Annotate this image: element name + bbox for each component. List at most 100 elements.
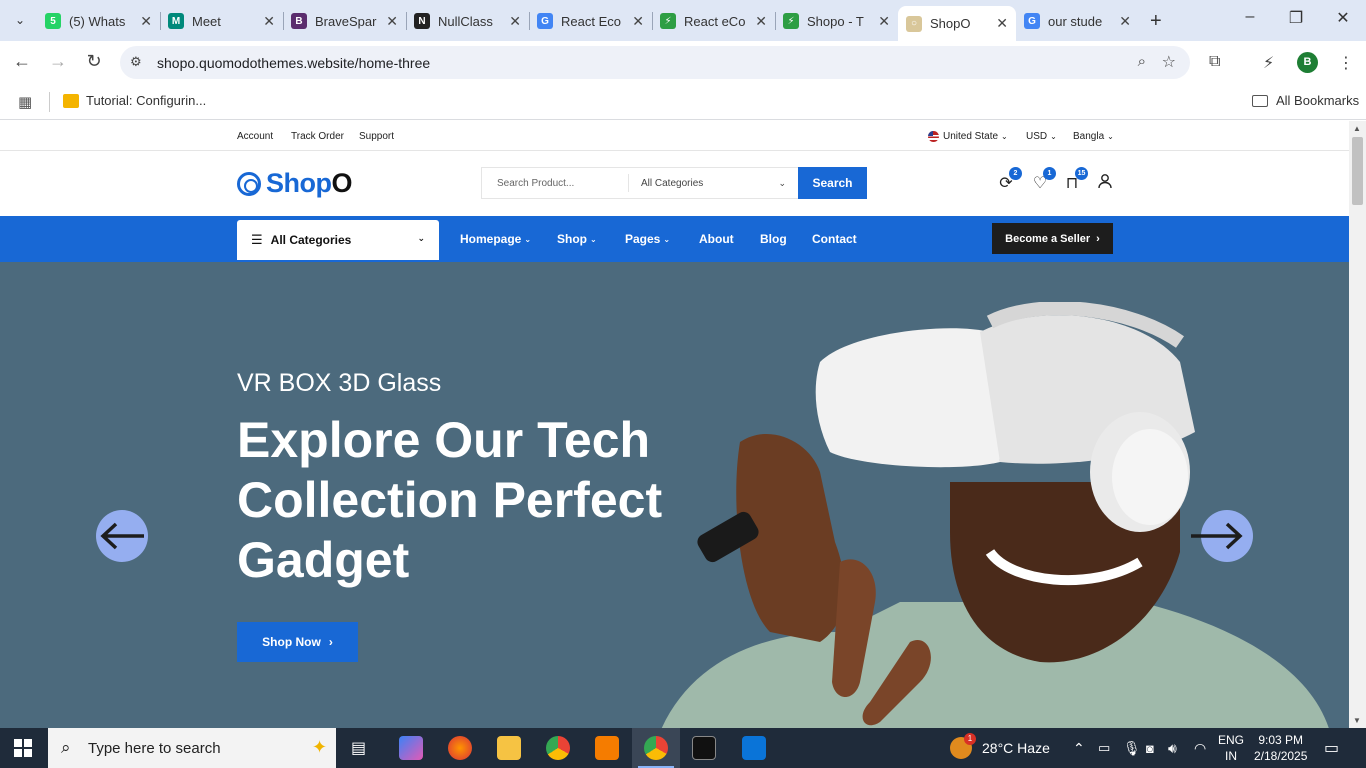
terminal-app-icon[interactable] [692, 736, 716, 760]
microphone-icon[interactable]: 🎙︎ [1123, 728, 1141, 768]
topbar-link-account[interactable]: Account [237, 131, 273, 142]
chevron-down-icon: ⌄ [1001, 132, 1008, 141]
nav-homepage[interactable]: Homepage ⌄ [460, 232, 531, 246]
arrow-left-icon [100, 522, 144, 550]
close-window-icon[interactable]: ✕ [1331, 8, 1355, 28]
tab-title: our stude [1048, 13, 1103, 29]
search-input[interactable] [482, 168, 628, 198]
file-explorer-icon[interactable] [497, 736, 521, 760]
camera-icon[interactable]: ◙ [1146, 728, 1154, 768]
compare-button[interactable]: ⟳ 2 [996, 167, 1022, 193]
kebab-menu-icon[interactable]: ⋮ [1338, 53, 1354, 73]
vscode-app-icon[interactable] [742, 736, 766, 760]
browser-tab[interactable]: N NullClass ✕ [406, 6, 529, 36]
nav-contact[interactable]: Contact [812, 232, 857, 246]
performance-icon[interactable]: ⚡ [1263, 53, 1274, 73]
become-seller-button[interactable]: Become a Seller › [992, 223, 1113, 254]
tab-close-icon[interactable]: ✕ [755, 13, 767, 30]
shopo-logo[interactable]: ShopO [237, 168, 353, 199]
chevron-down-icon: ⌄ [663, 234, 671, 244]
all-categories-dropdown[interactable]: ☰ All Categories ⌄ [237, 220, 439, 260]
minimize-icon[interactable]: – [1238, 8, 1262, 26]
tab-favicon-icon: ○ [906, 15, 922, 32]
apps-grid-icon[interactable]: ▦ [18, 93, 32, 111]
firefox-app-icon[interactable] [448, 736, 472, 760]
browser-tab[interactable]: ○ ShopO ✕ [898, 6, 1016, 41]
volume-icon[interactable]: 🔊︎ [1168, 728, 1177, 768]
tray-overflow-chevron-icon[interactable]: ⌃ [1073, 728, 1085, 768]
tab-close-icon[interactable]: ✕ [263, 13, 275, 30]
forward-arrow-icon[interactable]: → [46, 51, 70, 72]
xampp-app-icon[interactable] [595, 736, 619, 760]
topbar-link-track-order[interactable]: Track Order [291, 131, 344, 142]
language-selector[interactable]: Bangla ⌄ [1073, 131, 1114, 142]
wifi-icon[interactable]: ◠ [1194, 728, 1206, 768]
scroll-up-icon[interactable]: ▲ [1353, 124, 1361, 133]
category-select[interactable]: All Categories ⌄ [628, 174, 798, 192]
omnibox[interactable]: ⚙ shopo.quomodothemes.website/home-three… [120, 46, 1190, 79]
chrome-app-icon[interactable] [546, 736, 570, 760]
nav-pages[interactable]: Pages ⌄ [625, 232, 670, 246]
country-selector[interactable]: United State ⌄ [928, 131, 1008, 142]
profile-avatar[interactable]: B [1297, 52, 1318, 73]
account-button[interactable] [1095, 173, 1115, 193]
url-text[interactable]: shopo.quomodothemes.website/home-three [157, 55, 430, 71]
chrome-active-slot[interactable] [632, 728, 680, 768]
tab-close-icon[interactable]: ✕ [509, 13, 521, 30]
windows-start-icon[interactable] [14, 739, 32, 757]
back-arrow-icon[interactable]: ← [10, 51, 34, 72]
main-nav: ☰ All Categories ⌄ Homepage ⌄ Shop ⌄ Pages… [0, 216, 1349, 262]
hero-slider: VR BOX 3D Glass Explore Our Tech Collect… [0, 262, 1349, 728]
notification-icon[interactable]: ▭ [1324, 728, 1339, 768]
shop-now-button[interactable]: Shop Now › [237, 622, 358, 662]
input-language[interactable]: ENG IN [1218, 728, 1244, 768]
page-scrollbar[interactable]: ▲ ▼ [1349, 121, 1366, 728]
nav-about[interactable]: About [699, 232, 734, 246]
copilot-app-icon[interactable] [399, 736, 423, 760]
tab-close-icon[interactable]: ✕ [140, 13, 152, 30]
tab-close-icon[interactable]: ✕ [996, 15, 1008, 32]
browser-tab[interactable]: B BraveSpar ✕ [283, 6, 406, 36]
restore-icon[interactable]: ❐ [1284, 8, 1308, 28]
topbar-link-support[interactable]: Support [359, 131, 394, 142]
taskbar-search-box[interactable]: ⌕ Type here to search ✦ [48, 728, 336, 768]
scrollbar-thumb[interactable] [1352, 137, 1363, 205]
browser-tab[interactable]: ⚡ React eCo ✕ [652, 6, 775, 36]
browser-tab-bar: ⌄ 5 (5) Whats ✕ M Meet ✕ B BraveSpar ✕ N NullClass… [0, 0, 1366, 41]
scroll-down-icon[interactable]: ▼ [1353, 716, 1361, 725]
tab-close-icon[interactable]: ✕ [632, 13, 644, 30]
bookmark-item[interactable]: Tutorial: Configurin... [63, 93, 206, 108]
tab-title: Meet [192, 13, 221, 29]
extensions-icon[interactable]: ⧉ [1209, 53, 1220, 71]
tab-close-icon[interactable]: ✕ [386, 13, 398, 30]
reload-icon[interactable]: ↻ [82, 51, 106, 72]
weather-widget[interactable]: 1 28°C Haze [950, 728, 1050, 768]
browser-tab[interactable]: ⚡ Shopo - T ✕ [775, 6, 898, 36]
new-tab-button[interactable]: + [1150, 10, 1162, 33]
all-categories-label: All Categories [270, 233, 352, 247]
all-bookmarks-button[interactable]: All Bookmarks [1252, 93, 1359, 108]
task-view-icon[interactable]: ▤ [351, 738, 366, 758]
tab-title: Shopo - T [807, 13, 864, 29]
browser-tab[interactable]: 5 (5) Whats ✕ [37, 6, 160, 36]
currency-selector[interactable]: USD ⌄ [1026, 131, 1057, 142]
nav-blog[interactable]: Blog [760, 232, 787, 246]
browser-tab[interactable]: Gour stude ✕ [1016, 6, 1139, 36]
battery-icon[interactable]: ▭ [1098, 728, 1110, 768]
next-slide-button[interactable] [1191, 510, 1253, 562]
wishlist-button[interactable]: ♡ 1 [1030, 167, 1056, 193]
weather-text: 28°C Haze [982, 740, 1050, 756]
clock[interactable]: 9:03 PM 2/18/2025 [1254, 728, 1307, 768]
browser-tab[interactable]: M Meet ✕ [160, 6, 283, 36]
site-info-icon[interactable]: ⚙ [130, 54, 142, 70]
tab-close-icon[interactable]: ✕ [878, 13, 890, 30]
tab-search-chevron-icon[interactable]: ⌄ [8, 8, 32, 32]
search-button[interactable]: Search [798, 167, 867, 199]
bookmark-star-icon[interactable]: ☆ [1162, 52, 1176, 72]
browser-tab[interactable]: G React Eco ✕ [529, 6, 652, 36]
tab-close-icon[interactable]: ✕ [1119, 13, 1131, 30]
zoom-icon[interactable]: ⌕ [1138, 53, 1146, 70]
prev-slide-button[interactable] [96, 510, 148, 562]
nav-shop[interactable]: Shop ⌄ [557, 232, 597, 246]
cart-button[interactable]: ⊓ 15 [1062, 167, 1088, 193]
